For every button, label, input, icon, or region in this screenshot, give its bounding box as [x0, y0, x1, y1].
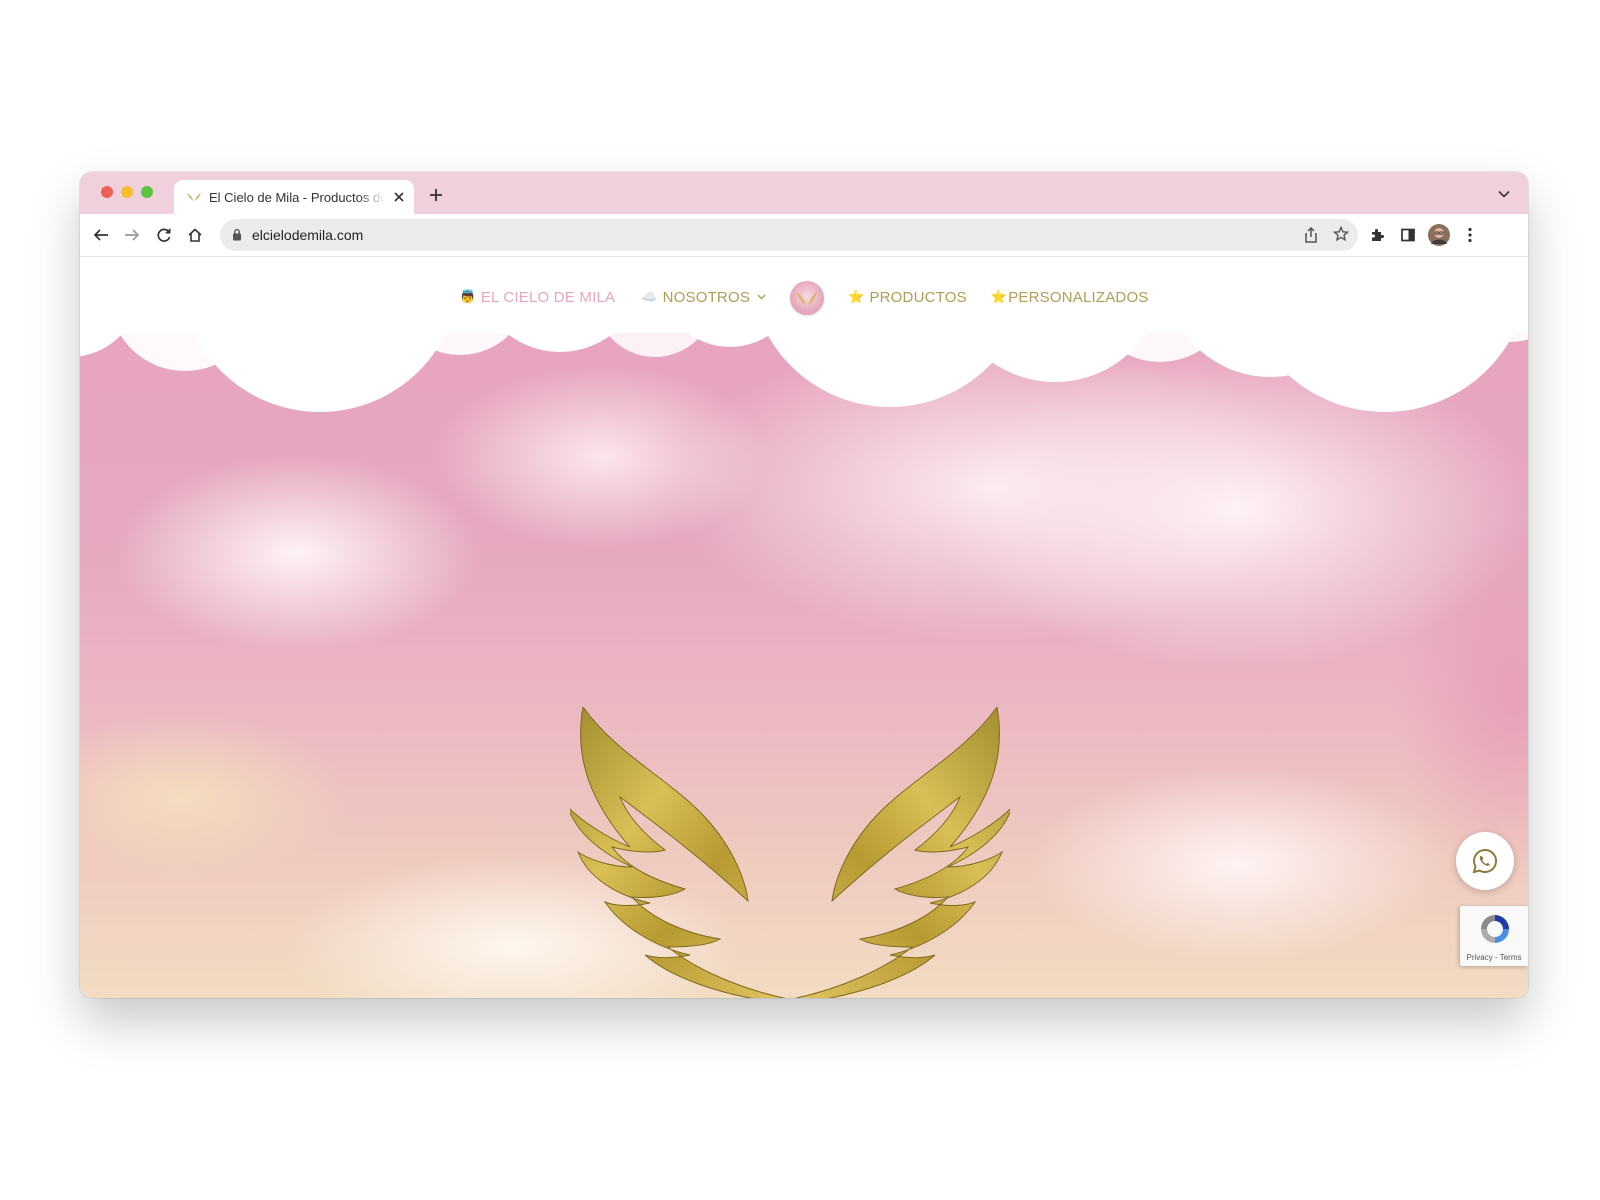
kebab-menu-icon[interactable] — [1458, 223, 1482, 247]
profile-avatar-icon[interactable] — [1427, 223, 1451, 247]
nav-item-el-cielo-de-mila[interactable]: 👼 EL CIELO DE MILA — [459, 289, 615, 306]
nav-item-productos[interactable]: ⭐ PRODUCTOS — [848, 289, 967, 306]
recaptcha-terms-link[interactable]: Terms — [1500, 953, 1522, 962]
side-panel-icon[interactable] — [1396, 223, 1420, 247]
site-favicon-icon — [186, 189, 202, 205]
share-icon[interactable] — [1304, 226, 1318, 248]
nav-item-nosotros[interactable]: ☁️ NOSOTROS — [641, 289, 766, 306]
chevron-down-icon — [757, 294, 766, 300]
cloud-emoji-icon: ☁️ — [641, 289, 658, 304]
recaptcha-privacy-link[interactable]: Privacy — [1467, 953, 1493, 962]
lock-icon[interactable] — [232, 228, 242, 246]
nav-item-personalizados[interactable]: ⭐ PERSONALIZADOS — [991, 289, 1149, 306]
extensions-icon[interactable] — [1365, 223, 1389, 247]
recaptcha-links: Privacy - Terms — [1460, 953, 1528, 962]
recaptcha-icon — [1478, 912, 1512, 951]
tab-title: El Cielo de Mila - Productos de — [209, 189, 385, 205]
maximize-window-button[interactable] — [141, 186, 153, 198]
url-text[interactable]: elcielodemila.com — [252, 227, 363, 243]
recaptcha-separator: - — [1492, 953, 1500, 962]
browser-tab-active[interactable]: El Cielo de Mila - Productos de — [174, 180, 414, 214]
golden-wings-emblem — [570, 707, 1010, 998]
nav-label-productos: PRODUCTOS — [869, 288, 967, 306]
forward-arrow-icon[interactable] — [120, 223, 144, 247]
address-bar[interactable]: elcielodemila.com — [220, 219, 1358, 251]
whatsapp-chat-button[interactable] — [1456, 832, 1514, 890]
logo-wings-icon — [797, 292, 818, 305]
star-emoji-icon: ⭐ — [848, 289, 865, 304]
tab-search-chevron-icon[interactable] — [1496, 186, 1512, 202]
recaptcha-badge[interactable]: Privacy - Terms — [1460, 906, 1528, 966]
whatsapp-icon — [1472, 848, 1497, 874]
tab-close-icon[interactable] — [391, 189, 407, 205]
site-logo[interactable] — [790, 281, 825, 315]
bookmark-star-icon[interactable] — [1332, 225, 1350, 247]
home-icon[interactable] — [183, 223, 207, 247]
tab-strip: El Cielo de Mila - Productos de — [80, 172, 1528, 214]
close-window-button[interactable] — [101, 186, 113, 198]
back-arrow-icon[interactable] — [89, 223, 113, 247]
nav-label-nosotros: NOSOTROS — [662, 288, 751, 306]
browser-toolbar: elcielodemila.com — [80, 214, 1528, 257]
star-emoji-icon: ⭐ — [990, 289, 1008, 304]
angel-emoji-icon: 👼 — [459, 289, 476, 304]
main-navigation: 👼 EL CIELO DE MILA ☁️ NOSOTROS ⭐ PRODUCT… — [80, 257, 1528, 337]
web-page: 👼 EL CIELO DE MILA ☁️ NOSOTROS ⭐ PRODUCT… — [80, 257, 1528, 998]
browser-window: El Cielo de Mila - Productos de elcielod… — [80, 172, 1528, 998]
nav-label-home: EL CIELO DE MILA — [480, 288, 616, 306]
minimize-window-button[interactable] — [121, 186, 133, 198]
reload-icon[interactable] — [152, 223, 176, 247]
nav-label-personalizados: PERSONALIZADOS — [1008, 288, 1149, 306]
new-tab-plus-icon[interactable] — [426, 185, 446, 205]
